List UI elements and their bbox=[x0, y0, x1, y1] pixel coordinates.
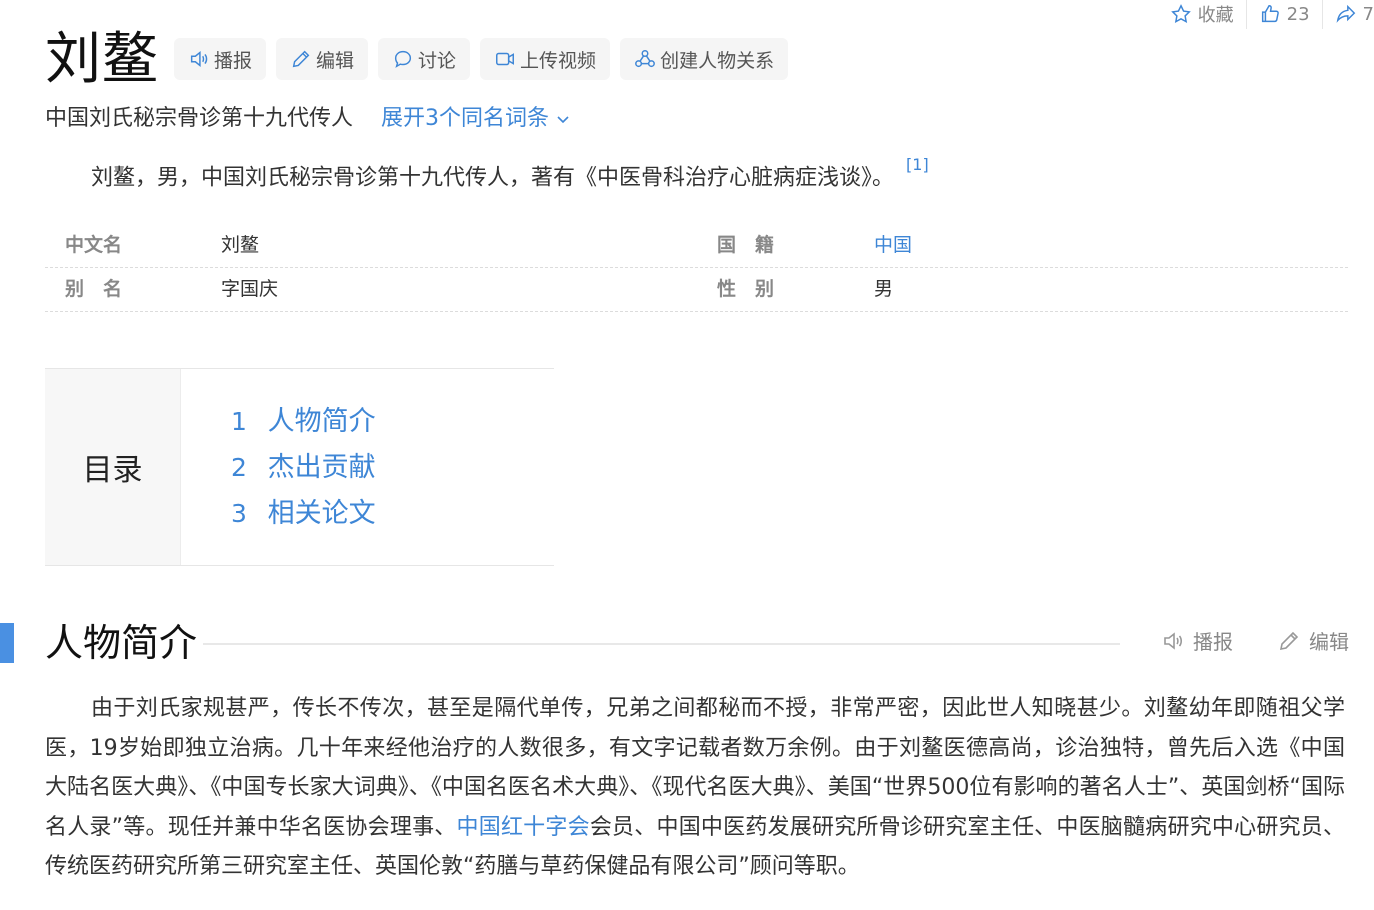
edit-button[interactable]: 编辑 bbox=[276, 38, 369, 80]
expand-homonyms-label: 展开3个同名词条 bbox=[381, 106, 550, 131]
upload-video-label: 上传视频 bbox=[520, 49, 597, 72]
top-actions: 收藏 23 7 bbox=[1158, 0, 1374, 29]
biography-paragraph: 由于刘氏家规甚严，传长不传次，甚至是隔代单传，兄弟之间都秘而不授，非常严密，因此… bbox=[45, 689, 1345, 887]
favorite-label: 收藏 bbox=[1197, 5, 1234, 26]
thumbs-up-icon bbox=[1261, 5, 1279, 23]
pencil-icon bbox=[1279, 631, 1299, 650]
basic-info-table: 中文名 刘鳌 国 籍 中国 别 名 字国庆 性 别 男 bbox=[45, 224, 1348, 312]
section-toolbar: 播报 编辑 bbox=[1161, 626, 1349, 655]
section-title: 人物简介 bbox=[45, 621, 198, 665]
create-relation-label: 创建人物关系 bbox=[660, 49, 775, 72]
star-icon bbox=[1170, 4, 1191, 23]
broadcast-label: 播报 bbox=[214, 49, 253, 72]
info-label: 别 名 bbox=[65, 278, 123, 300]
section-edit-button[interactable]: 编辑 bbox=[1277, 626, 1349, 655]
subtitle: 中国刘氏秘宗骨诊第十九代传人 bbox=[45, 106, 354, 131]
summary-text: 刘鳌，男，中国刘氏秘宗骨诊第十九代传人，著有《中医骨科治疗心脏病症浅谈》。 bbox=[91, 165, 895, 191]
toc-item-2[interactable]: 2 杰出贡献 bbox=[231, 445, 376, 491]
broadcast-button[interactable]: 播报 bbox=[174, 38, 267, 80]
chat-bubble-icon bbox=[394, 50, 412, 68]
info-row: 别 名 字国庆 性 别 男 bbox=[45, 268, 1348, 312]
info-label: 国 籍 bbox=[717, 234, 775, 256]
toc-item-label: 人物简介 bbox=[267, 406, 376, 437]
toc-item-3[interactable]: 3 相关论文 bbox=[231, 491, 376, 537]
speaker-icon bbox=[1164, 631, 1183, 650]
info-label: 中文名 bbox=[65, 234, 123, 256]
section-accent-bar bbox=[0, 623, 14, 663]
video-camera-icon bbox=[496, 52, 515, 66]
create-relation-button[interactable]: 创建人物关系 bbox=[620, 38, 789, 80]
expand-homonyms-link[interactable]: 展开3个同名词条 bbox=[381, 102, 571, 136]
toc-item-number: 1 bbox=[231, 407, 247, 436]
like-count: 23 bbox=[1286, 3, 1310, 25]
section-broadcast-button[interactable]: 播报 bbox=[1161, 626, 1233, 655]
favorite-button[interactable]: 收藏 bbox=[1158, 0, 1246, 28]
section-edit-label: 编辑 bbox=[1309, 630, 1349, 654]
speaker-icon bbox=[190, 51, 208, 67]
toc-item-label: 相关论文 bbox=[267, 498, 376, 529]
share-icon bbox=[1336, 4, 1355, 23]
subtitle-row: 中国刘氏秘宗骨诊第十九代传人 展开3个同名词条 bbox=[45, 102, 571, 136]
nationality-link[interactable]: 中国 bbox=[874, 224, 912, 267]
pencil-icon bbox=[292, 50, 310, 68]
toc-item-number: 3 bbox=[231, 499, 247, 528]
discuss-button[interactable]: 讨论 bbox=[378, 38, 471, 80]
upload-video-button[interactable]: 上传视频 bbox=[480, 38, 611, 80]
section-divider bbox=[203, 643, 1120, 645]
reference-link[interactable]: [1] bbox=[906, 155, 929, 174]
chevron-down-icon bbox=[557, 116, 569, 124]
discuss-label: 讨论 bbox=[418, 49, 457, 72]
info-value: 男 bbox=[874, 278, 894, 300]
relation-network-icon bbox=[635, 50, 655, 68]
page-title: 刘鳌 bbox=[45, 27, 159, 92]
share-button[interactable]: 7 bbox=[1323, 0, 1374, 28]
toc-heading: 目录 bbox=[45, 369, 181, 565]
toc-item-number: 2 bbox=[231, 453, 247, 482]
toc-item-label: 杰出贡献 bbox=[267, 452, 376, 483]
toc-list: 1 人物简介 2 杰出贡献 3 相关论文 bbox=[181, 369, 376, 565]
summary: 刘鳌，男，中国刘氏秘宗骨诊第十九代传人，著有《中医骨科治疗心脏病症浅谈》。 [1] bbox=[91, 152, 929, 197]
table-of-contents: 目录 1 人物简介 2 杰出贡献 3 相关论文 bbox=[45, 368, 554, 566]
info-row: 中文名 刘鳌 国 籍 中国 bbox=[45, 224, 1348, 268]
title-toolbar: 播报 编辑 讨论 上传视频 创建人物关系 bbox=[174, 38, 789, 80]
share-count: 7 bbox=[1362, 3, 1374, 25]
info-value: 字国庆 bbox=[221, 278, 279, 300]
toc-item-1[interactable]: 1 人物简介 bbox=[231, 399, 376, 445]
info-label: 性 别 bbox=[717, 278, 775, 300]
section-broadcast-label: 播报 bbox=[1193, 630, 1233, 654]
red-cross-link[interactable]: 中国红十字会 bbox=[457, 815, 590, 840]
edit-label: 编辑 bbox=[316, 49, 355, 72]
info-value: 刘鳌 bbox=[221, 234, 260, 256]
like-button[interactable]: 23 bbox=[1247, 0, 1322, 28]
